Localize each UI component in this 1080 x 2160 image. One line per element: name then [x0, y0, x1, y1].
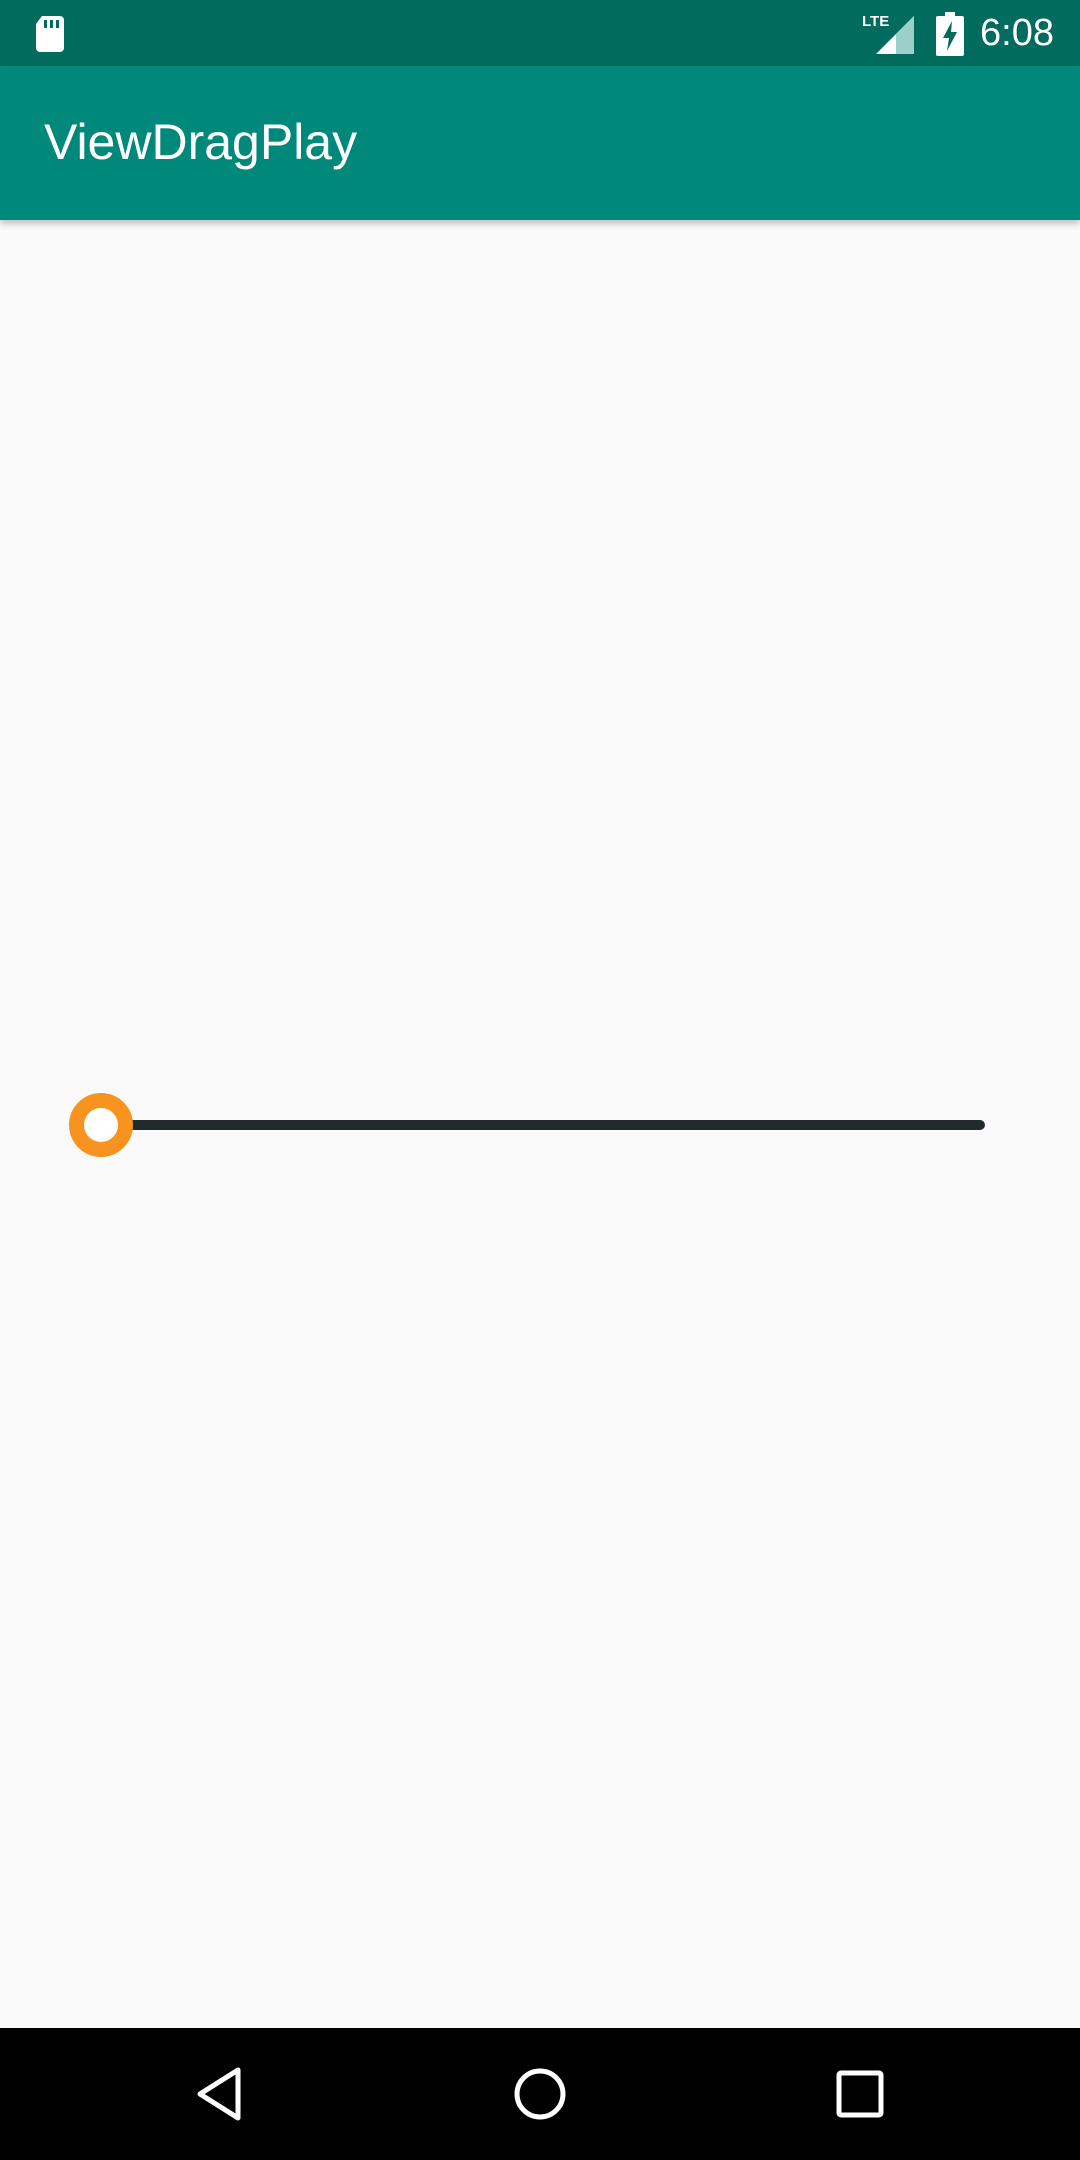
navigation-bar: [0, 2028, 1080, 2160]
screen: LTE 6:08 ViewDragPlay: [0, 0, 1080, 2160]
back-icon[interactable]: [186, 2058, 258, 2130]
battery-charging-icon: [936, 12, 964, 56]
status-clock: 6:08: [980, 12, 1054, 54]
home-icon[interactable]: [504, 2058, 576, 2130]
slider-thumb[interactable]: [69, 1093, 133, 1157]
slider-track[interactable]: [100, 1120, 985, 1130]
app-bar: ViewDragPlay: [0, 66, 1080, 220]
lte-signal-icon: LTE: [862, 13, 914, 54]
app-title: ViewDragPlay: [44, 114, 358, 170]
lte-label: LTE: [862, 13, 889, 30]
drag-slider[interactable]: [60, 1080, 1000, 1170]
status-bar: LTE 6:08: [0, 0, 1080, 66]
sd-card-icon: [36, 16, 64, 52]
content-area: [0, 220, 1080, 2028]
recents-icon[interactable]: [824, 2058, 896, 2130]
